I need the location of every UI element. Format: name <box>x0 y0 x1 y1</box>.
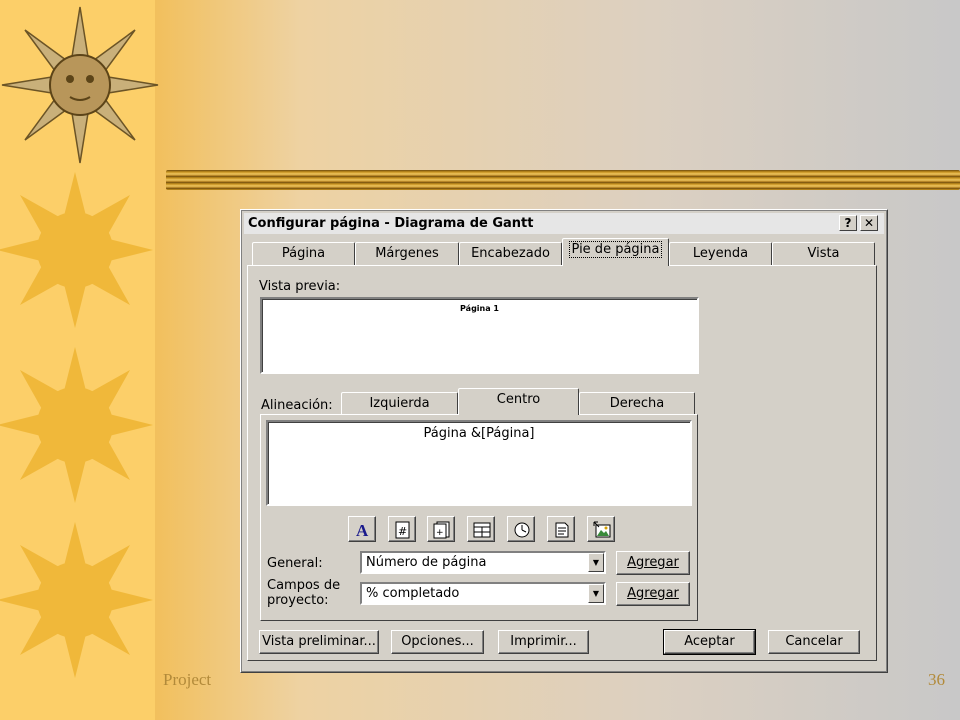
general-select[interactable]: Número de página ▼ <box>360 551 606 574</box>
print-preview-button[interactable]: Vista preliminar... <box>259 630 379 654</box>
tab-leyenda[interactable]: Leyenda <box>669 242 772 266</box>
metal-sun-icon <box>1 6 159 164</box>
total-pages-icon: + <box>433 521 450 539</box>
svg-text:A: A <box>356 521 369 539</box>
sun-decorations <box>0 6 159 678</box>
tab-derecha[interactable]: Derecha <box>579 392 695 415</box>
yellow-sun-icon-1 <box>0 172 153 328</box>
chevron-down-icon[interactable]: ▼ <box>588 584 604 603</box>
total-pages-button[interactable]: + <box>427 516 455 542</box>
yellow-sun-icon-2 <box>0 347 153 503</box>
tab-encabezado[interactable]: Encabezado <box>459 242 562 266</box>
svg-text:+: + <box>436 528 444 538</box>
slide-footer-title: Project <box>163 670 212 689</box>
insert-picture-button[interactable] <box>587 516 615 542</box>
tab-pie-de-pagina[interactable]: Pie de página <box>562 238 669 266</box>
add-field-label: Agregar <box>627 586 679 601</box>
tab-vista[interactable]: Vista <box>772 242 875 266</box>
page-number-icon: # <box>395 521 410 539</box>
cancel-button[interactable]: Cancelar <box>768 630 860 654</box>
general-select-value: Número de página <box>366 555 487 570</box>
print-button[interactable]: Imprimir... <box>498 630 589 654</box>
preview-label: Vista previa: <box>259 279 341 294</box>
general-label: General: <box>267 556 323 571</box>
yellow-sun-icon-3 <box>0 522 153 678</box>
page-setup-dialog: Configurar página - Diagrama de Gantt ? … <box>240 209 888 673</box>
format-text-icon: A <box>356 521 369 539</box>
project-fields-select[interactable]: % completado ▼ <box>360 582 606 605</box>
tab-pagina[interactable]: Página <box>252 242 355 266</box>
add-general-label: Agregar <box>627 555 679 570</box>
project-fields-label-line2: proyecto: <box>267 593 329 608</box>
preview-box: Página 1 <box>260 297 699 374</box>
format-text-button[interactable]: A <box>348 516 376 542</box>
tab-pie-de-pagina-label: Pie de página <box>568 241 663 258</box>
tab-centro[interactable]: Centro <box>458 388 579 415</box>
tab-izquierda[interactable]: Izquierda <box>341 392 458 415</box>
current-time-button[interactable] <box>507 516 535 542</box>
project-fields-label: Campos de proyecto: <box>267 578 340 608</box>
footer-text-content: Página &[Página] <box>423 426 535 441</box>
alignment-label: Alineación: <box>261 398 333 413</box>
current-date-icon <box>473 522 491 538</box>
add-field-button[interactable]: Agregar <box>616 582 690 606</box>
preview-page-text: Página 1 <box>460 304 499 313</box>
current-time-icon <box>514 522 530 538</box>
svg-text:#: # <box>398 525 407 538</box>
tab-margenes[interactable]: Márgenes <box>355 242 459 266</box>
current-date-button[interactable] <box>467 516 495 542</box>
file-name-button[interactable] <box>547 516 575 542</box>
dialog-title: Configurar página - Diagrama de Gantt <box>248 216 534 231</box>
dialog-titlebar: Configurar página - Diagrama de Gantt <box>244 213 884 234</box>
insert-picture-icon <box>593 521 611 538</box>
page-number-button[interactable]: # <box>388 516 416 542</box>
footer-text-area[interactable]: Página &[Página] <box>266 420 692 506</box>
footer-toolbar: A # + <box>348 516 618 544</box>
add-general-button[interactable]: Agregar <box>616 551 690 575</box>
options-button[interactable]: Opciones... <box>391 630 484 654</box>
accept-button[interactable]: Aceptar <box>663 629 756 655</box>
project-fields-label-line1: Campos de <box>267 578 341 593</box>
decorative-rule <box>166 170 960 190</box>
close-icon: ✕ <box>863 216 875 230</box>
slide-page-number: 36 <box>928 670 945 689</box>
help-button[interactable]: ? <box>839 215 857 231</box>
project-fields-select-value: % completado <box>366 586 460 601</box>
close-button[interactable]: ✕ <box>860 215 878 231</box>
file-name-icon <box>555 522 569 538</box>
chevron-down-icon[interactable]: ▼ <box>588 553 604 572</box>
